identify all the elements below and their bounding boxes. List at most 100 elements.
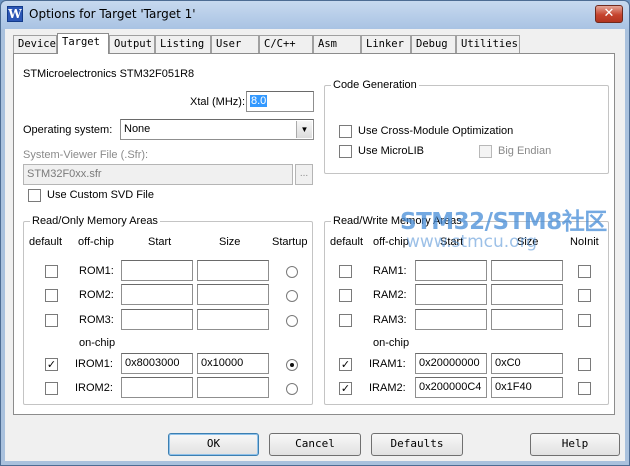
help-button[interactable]: Help xyxy=(530,433,620,456)
options-dialog: W Options for Target 'Target 1' ✕ Device… xyxy=(0,0,630,466)
irom1-start-input[interactable]: 0x8003000 xyxy=(121,353,193,374)
irom1-size-input[interactable]: 0x10000 xyxy=(197,353,269,374)
rom3-size-input[interactable] xyxy=(197,309,269,330)
iram1-label: IRAM1: xyxy=(369,358,406,370)
tab-listing[interactable]: Listing xyxy=(155,35,211,53)
rom2-start-input[interactable] xyxy=(121,284,193,305)
ram2-default-checkbox[interactable] xyxy=(339,289,352,302)
microlib-checkbox[interactable] xyxy=(339,145,352,158)
cross-module-checkbox[interactable] xyxy=(339,125,352,138)
ram1-default-checkbox[interactable] xyxy=(339,265,352,278)
tab-debug[interactable]: Debug xyxy=(411,35,456,53)
tab-linker[interactable]: Linker xyxy=(361,35,411,53)
rom-header-startup: Startup xyxy=(272,236,308,248)
ram3-noinit-checkbox[interactable] xyxy=(578,314,591,327)
tab-utilities[interactable]: Utilities xyxy=(456,35,520,53)
close-button[interactable]: ✕ xyxy=(595,5,623,23)
svf-browse-button: ... xyxy=(295,164,313,185)
irom2-label: IROM2: xyxy=(75,382,113,394)
big-endian-label: Big Endian xyxy=(498,145,552,157)
os-select[interactable]: None ▼ xyxy=(120,119,314,140)
tab-user[interactable]: User xyxy=(211,35,259,53)
ram2-label: RAM2: xyxy=(373,289,407,301)
iram2-size-input[interactable]: 0x1F40 xyxy=(491,377,563,398)
rom1-label: ROM1: xyxy=(79,265,114,277)
device-name: STMicroelectronics STM32F051R8 xyxy=(23,68,195,80)
ram3-default-checkbox[interactable] xyxy=(339,314,352,327)
iram1-size-input[interactable]: 0xC0 xyxy=(491,353,563,374)
tab-asm[interactable]: Asm xyxy=(313,35,361,53)
xtal-label: Xtal (MHz): xyxy=(190,96,245,108)
irom2-startup-radio[interactable] xyxy=(286,383,298,395)
ram-header-size: Size xyxy=(517,236,539,248)
tab-device[interactable]: Device xyxy=(13,35,57,53)
irom2-default-checkbox[interactable] xyxy=(45,382,58,395)
iram2-start-input[interactable]: 0x200000C4 xyxy=(415,377,487,398)
irom1-default-checkbox[interactable]: ✓ xyxy=(45,358,58,371)
rom-header-offchip: off-chip xyxy=(78,236,114,248)
iram1-start-input[interactable]: 0x20000000 xyxy=(415,353,487,374)
window-title: Options for Target 'Target 1' xyxy=(29,7,196,21)
ram3-start-input[interactable] xyxy=(415,309,487,330)
tab-target[interactable]: Target xyxy=(57,33,109,54)
xtal-input[interactable]: 8.0 xyxy=(246,91,314,112)
rom1-startup-radio[interactable] xyxy=(286,266,298,278)
irom2-start-input[interactable] xyxy=(121,377,193,398)
irom2-size-input[interactable] xyxy=(197,377,269,398)
rom2-default-checkbox[interactable] xyxy=(45,289,58,302)
ram2-size-input[interactable] xyxy=(491,284,563,305)
ram-header-start: Start xyxy=(440,236,464,248)
ram2-start-input[interactable] xyxy=(415,284,487,305)
ram-group-title: Read/Write Memory Areas xyxy=(331,215,464,227)
rom2-startup-radio[interactable] xyxy=(286,290,298,302)
rom1-default-checkbox[interactable] xyxy=(45,265,58,278)
check-icon: ✓ xyxy=(46,358,57,371)
dialog-client: Device Target Output Listing User C/C++ … xyxy=(5,29,625,461)
tab-c-cpp[interactable]: C/C++ xyxy=(259,35,313,53)
big-endian-checkbox xyxy=(479,145,492,158)
defaults-button[interactable]: Defaults xyxy=(371,433,463,456)
ram1-size-input[interactable] xyxy=(491,260,563,281)
os-label: Operating system: xyxy=(23,124,113,136)
rom2-size-input[interactable] xyxy=(197,284,269,305)
check-icon: ✓ xyxy=(340,382,351,395)
irom1-startup-radio[interactable] xyxy=(286,359,298,371)
rom3-label: ROM3: xyxy=(79,314,114,326)
ram-onchip-label: on-chip xyxy=(373,337,410,349)
keil-app-icon: W xyxy=(7,6,23,22)
custom-svd-label: Use Custom SVD File xyxy=(47,189,154,201)
tab-output[interactable]: Output xyxy=(109,35,155,53)
check-icon: ✓ xyxy=(340,358,351,371)
ram-header-offchip: off-chip xyxy=(373,236,409,248)
ram1-label: RAM1: xyxy=(373,265,407,277)
cancel-button[interactable]: Cancel xyxy=(269,433,361,456)
iram1-default-checkbox[interactable]: ✓ xyxy=(339,358,352,371)
irom1-label: IROM1: xyxy=(75,358,113,370)
iram2-noinit-checkbox[interactable] xyxy=(578,382,591,395)
ram-header-default: default xyxy=(330,236,364,248)
rom3-start-input[interactable] xyxy=(121,309,193,330)
rom-header-default: default xyxy=(29,236,63,248)
ram1-start-input[interactable] xyxy=(415,260,487,281)
custom-svd-checkbox[interactable] xyxy=(28,189,41,202)
cross-module-label: Use Cross-Module Optimization xyxy=(358,125,514,137)
chevron-down-icon[interactable]: ▼ xyxy=(296,121,312,138)
rom2-label: ROM2: xyxy=(79,289,114,301)
rom1-size-input[interactable] xyxy=(197,260,269,281)
ram3-size-input[interactable] xyxy=(491,309,563,330)
rom1-start-input[interactable] xyxy=(121,260,193,281)
rom3-default-checkbox[interactable] xyxy=(45,314,58,327)
target-tab-panel: STMicroelectronics STM32F051R8 Xtal (MHz… xyxy=(13,53,615,415)
iram2-label: IRAM2: xyxy=(369,382,406,394)
code-generation-title: Code Generation xyxy=(331,79,419,91)
ok-button[interactable]: OK xyxy=(168,433,259,456)
ram1-noinit-checkbox[interactable] xyxy=(578,265,591,278)
ram2-noinit-checkbox[interactable] xyxy=(578,289,591,302)
microlib-label: Use MicroLIB xyxy=(358,145,425,157)
iram2-default-checkbox[interactable]: ✓ xyxy=(339,382,352,395)
title-bar[interactable]: W Options for Target 'Target 1' ✕ xyxy=(1,1,629,29)
ram-group: Read/Write Memory Areas default off-chip… xyxy=(324,215,609,405)
svf-input: STM32F0xx.sfr xyxy=(23,164,293,185)
rom3-startup-radio[interactable] xyxy=(286,315,298,327)
iram1-noinit-checkbox[interactable] xyxy=(578,358,591,371)
